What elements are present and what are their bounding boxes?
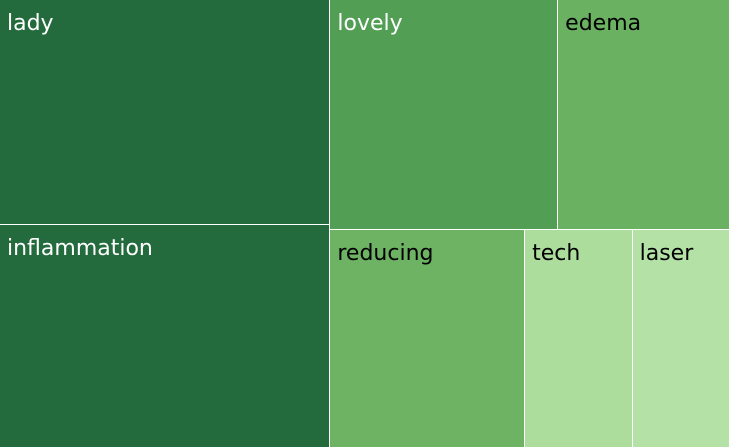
treemap-tile-label: reducing — [337, 240, 434, 266]
treemap-tile-label: lovely — [337, 11, 403, 36]
treemap-tile-label: tech — [532, 240, 581, 266]
treemap-tile-label: edema — [565, 11, 642, 36]
treemap-tile-lovely: lovely — [330, 0, 559, 230]
treemap-tile-tech: tech — [525, 229, 633, 448]
treemap-tile-inflammation: inflammation — [0, 225, 331, 448]
treemap-tile-edema: edema — [558, 0, 730, 230]
treemap-tile-lady: lady — [0, 0, 331, 226]
treemap-tile-label: laser — [639, 240, 694, 266]
treemap-tile-reducing: reducing — [330, 229, 526, 448]
treemap-tile-laser: laser — [632, 229, 730, 448]
treemap-tile-label: inflammation — [7, 236, 153, 262]
treemap-tile-label: lady — [7, 11, 54, 36]
treemap-chart: lady inflammation lovely edema reducing tech l… — [0, 0, 730, 448]
